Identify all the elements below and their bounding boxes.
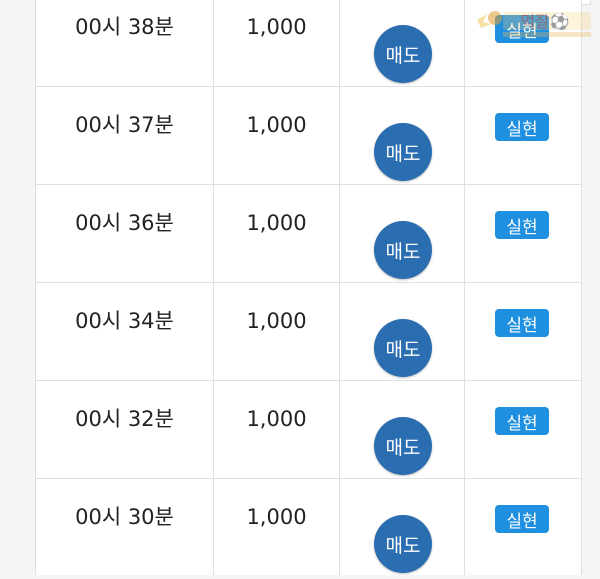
watermark-graphic: 먹잘⚽ bbox=[477, 11, 591, 37]
amount-cell: 1,000 bbox=[246, 407, 307, 431]
table-row: 00시 32분 1,000 매도 실현 bbox=[36, 381, 581, 479]
time-cell: 00시 30분 bbox=[75, 505, 174, 529]
sell-button[interactable]: 매도 bbox=[374, 123, 432, 181]
amount-cell: 1,000 bbox=[246, 505, 307, 529]
table-row: 00시 34분 1,000 매도 실현 bbox=[36, 283, 581, 381]
amount-cell: 1,000 bbox=[246, 309, 307, 333]
time-cell: 00시 37분 bbox=[75, 113, 174, 137]
watermark-text: 먹잘⚽ bbox=[520, 12, 569, 31]
table-row: 00시 37분 1,000 매도 실현 bbox=[36, 87, 581, 185]
sell-button[interactable]: 매도 bbox=[374, 319, 432, 377]
amount-cell: 1,000 bbox=[246, 113, 307, 137]
status-badge: 실현 bbox=[495, 113, 549, 141]
trade-history-table: 00시 38분 1,000 매도 실현 00시 37분 1,000 매도 실현 … bbox=[35, 0, 582, 577]
watermark-logo: 먹잘⚽ bbox=[473, 2, 598, 42]
status-badge: 실현 bbox=[495, 407, 549, 435]
time-cell: 00시 32분 bbox=[75, 407, 174, 431]
bottom-edge bbox=[0, 575, 600, 579]
status-badge: 실현 bbox=[495, 309, 549, 337]
status-badge: 실현 bbox=[495, 505, 549, 533]
time-cell: 00시 34분 bbox=[75, 309, 174, 333]
table-row: 00시 30분 1,000 매도 실현 bbox=[36, 479, 581, 577]
sell-button[interactable]: 매도 bbox=[374, 515, 432, 573]
amount-cell: 1,000 bbox=[246, 211, 307, 235]
time-cell: 00시 38분 bbox=[75, 15, 174, 39]
sell-button[interactable]: 매도 bbox=[374, 417, 432, 475]
table-row: 00시 36분 1,000 매도 실현 bbox=[36, 185, 581, 283]
status-badge: 실현 bbox=[495, 211, 549, 239]
amount-cell: 1,000 bbox=[246, 15, 307, 39]
sell-button[interactable]: 매도 bbox=[374, 25, 432, 83]
sell-button[interactable]: 매도 bbox=[374, 221, 432, 279]
time-cell: 00시 36분 bbox=[75, 211, 174, 235]
